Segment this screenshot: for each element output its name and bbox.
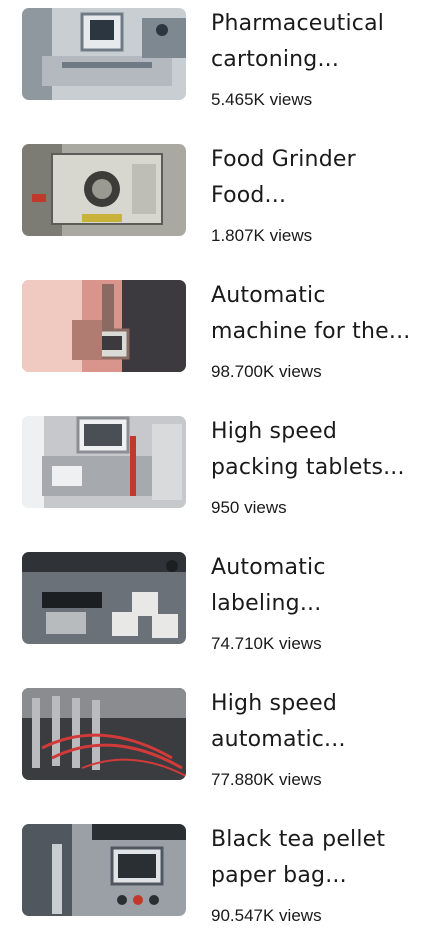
- video-title[interactable]: High speed packing tablets...: [211, 414, 433, 486]
- view-count: 77.880K views: [211, 770, 322, 789]
- view-count: 90.547K views: [211, 906, 322, 925]
- video-title[interactable]: Food Grinder Food...: [211, 142, 433, 214]
- view-count: 5.465K views: [211, 90, 313, 109]
- thumbnail-image: [22, 824, 186, 916]
- video-title[interactable]: Black tea pellet paper bag...: [211, 822, 433, 894]
- video-title[interactable]: Pharmaceutical cartoning...: [211, 6, 433, 78]
- thumbnail-image: [22, 8, 186, 100]
- video-thumbnail[interactable]: [22, 144, 186, 236]
- thumbnail-image: [22, 144, 186, 236]
- video-thumbnail[interactable]: [22, 552, 186, 644]
- video-thumbnail[interactable]: [22, 688, 186, 780]
- view-count: 950 views: [211, 498, 287, 517]
- video-thumbnail[interactable]: [22, 280, 186, 372]
- video-title[interactable]: High speed automatic...: [211, 686, 433, 758]
- video-card[interactable]: High speed automatic... 77.880K views: [0, 688, 441, 808]
- video-title[interactable]: Automatic machine for the...: [211, 278, 433, 350]
- view-count: 98.700K views: [211, 362, 322, 381]
- thumbnail-image: [22, 688, 186, 780]
- video-thumbnail[interactable]: [22, 416, 186, 508]
- thumbnail-image: [22, 552, 186, 644]
- video-card[interactable]: High speed packing tablets... 950 views: [0, 416, 441, 536]
- video-card[interactable]: Pharmaceutical cartoning... 5.465K views: [0, 8, 441, 128]
- video-title[interactable]: Automatic labeling...: [211, 550, 433, 622]
- thumbnail-image: [22, 280, 186, 372]
- video-card[interactable]: Food Grinder Food... 1.807K views: [0, 144, 441, 264]
- video-card[interactable]: Automatic labeling... 74.710K views: [0, 552, 441, 672]
- thumbnail-image: [22, 416, 186, 508]
- video-card[interactable]: Automatic machine for the... 98.700K vie…: [0, 280, 441, 400]
- video-thumbnail[interactable]: [22, 8, 186, 100]
- video-thumbnail[interactable]: [22, 824, 186, 916]
- view-count: 1.807K views: [211, 226, 313, 245]
- view-count: 74.710K views: [211, 634, 322, 653]
- video-card[interactable]: Black tea pellet paper bag... 90.547K vi…: [0, 824, 441, 944]
